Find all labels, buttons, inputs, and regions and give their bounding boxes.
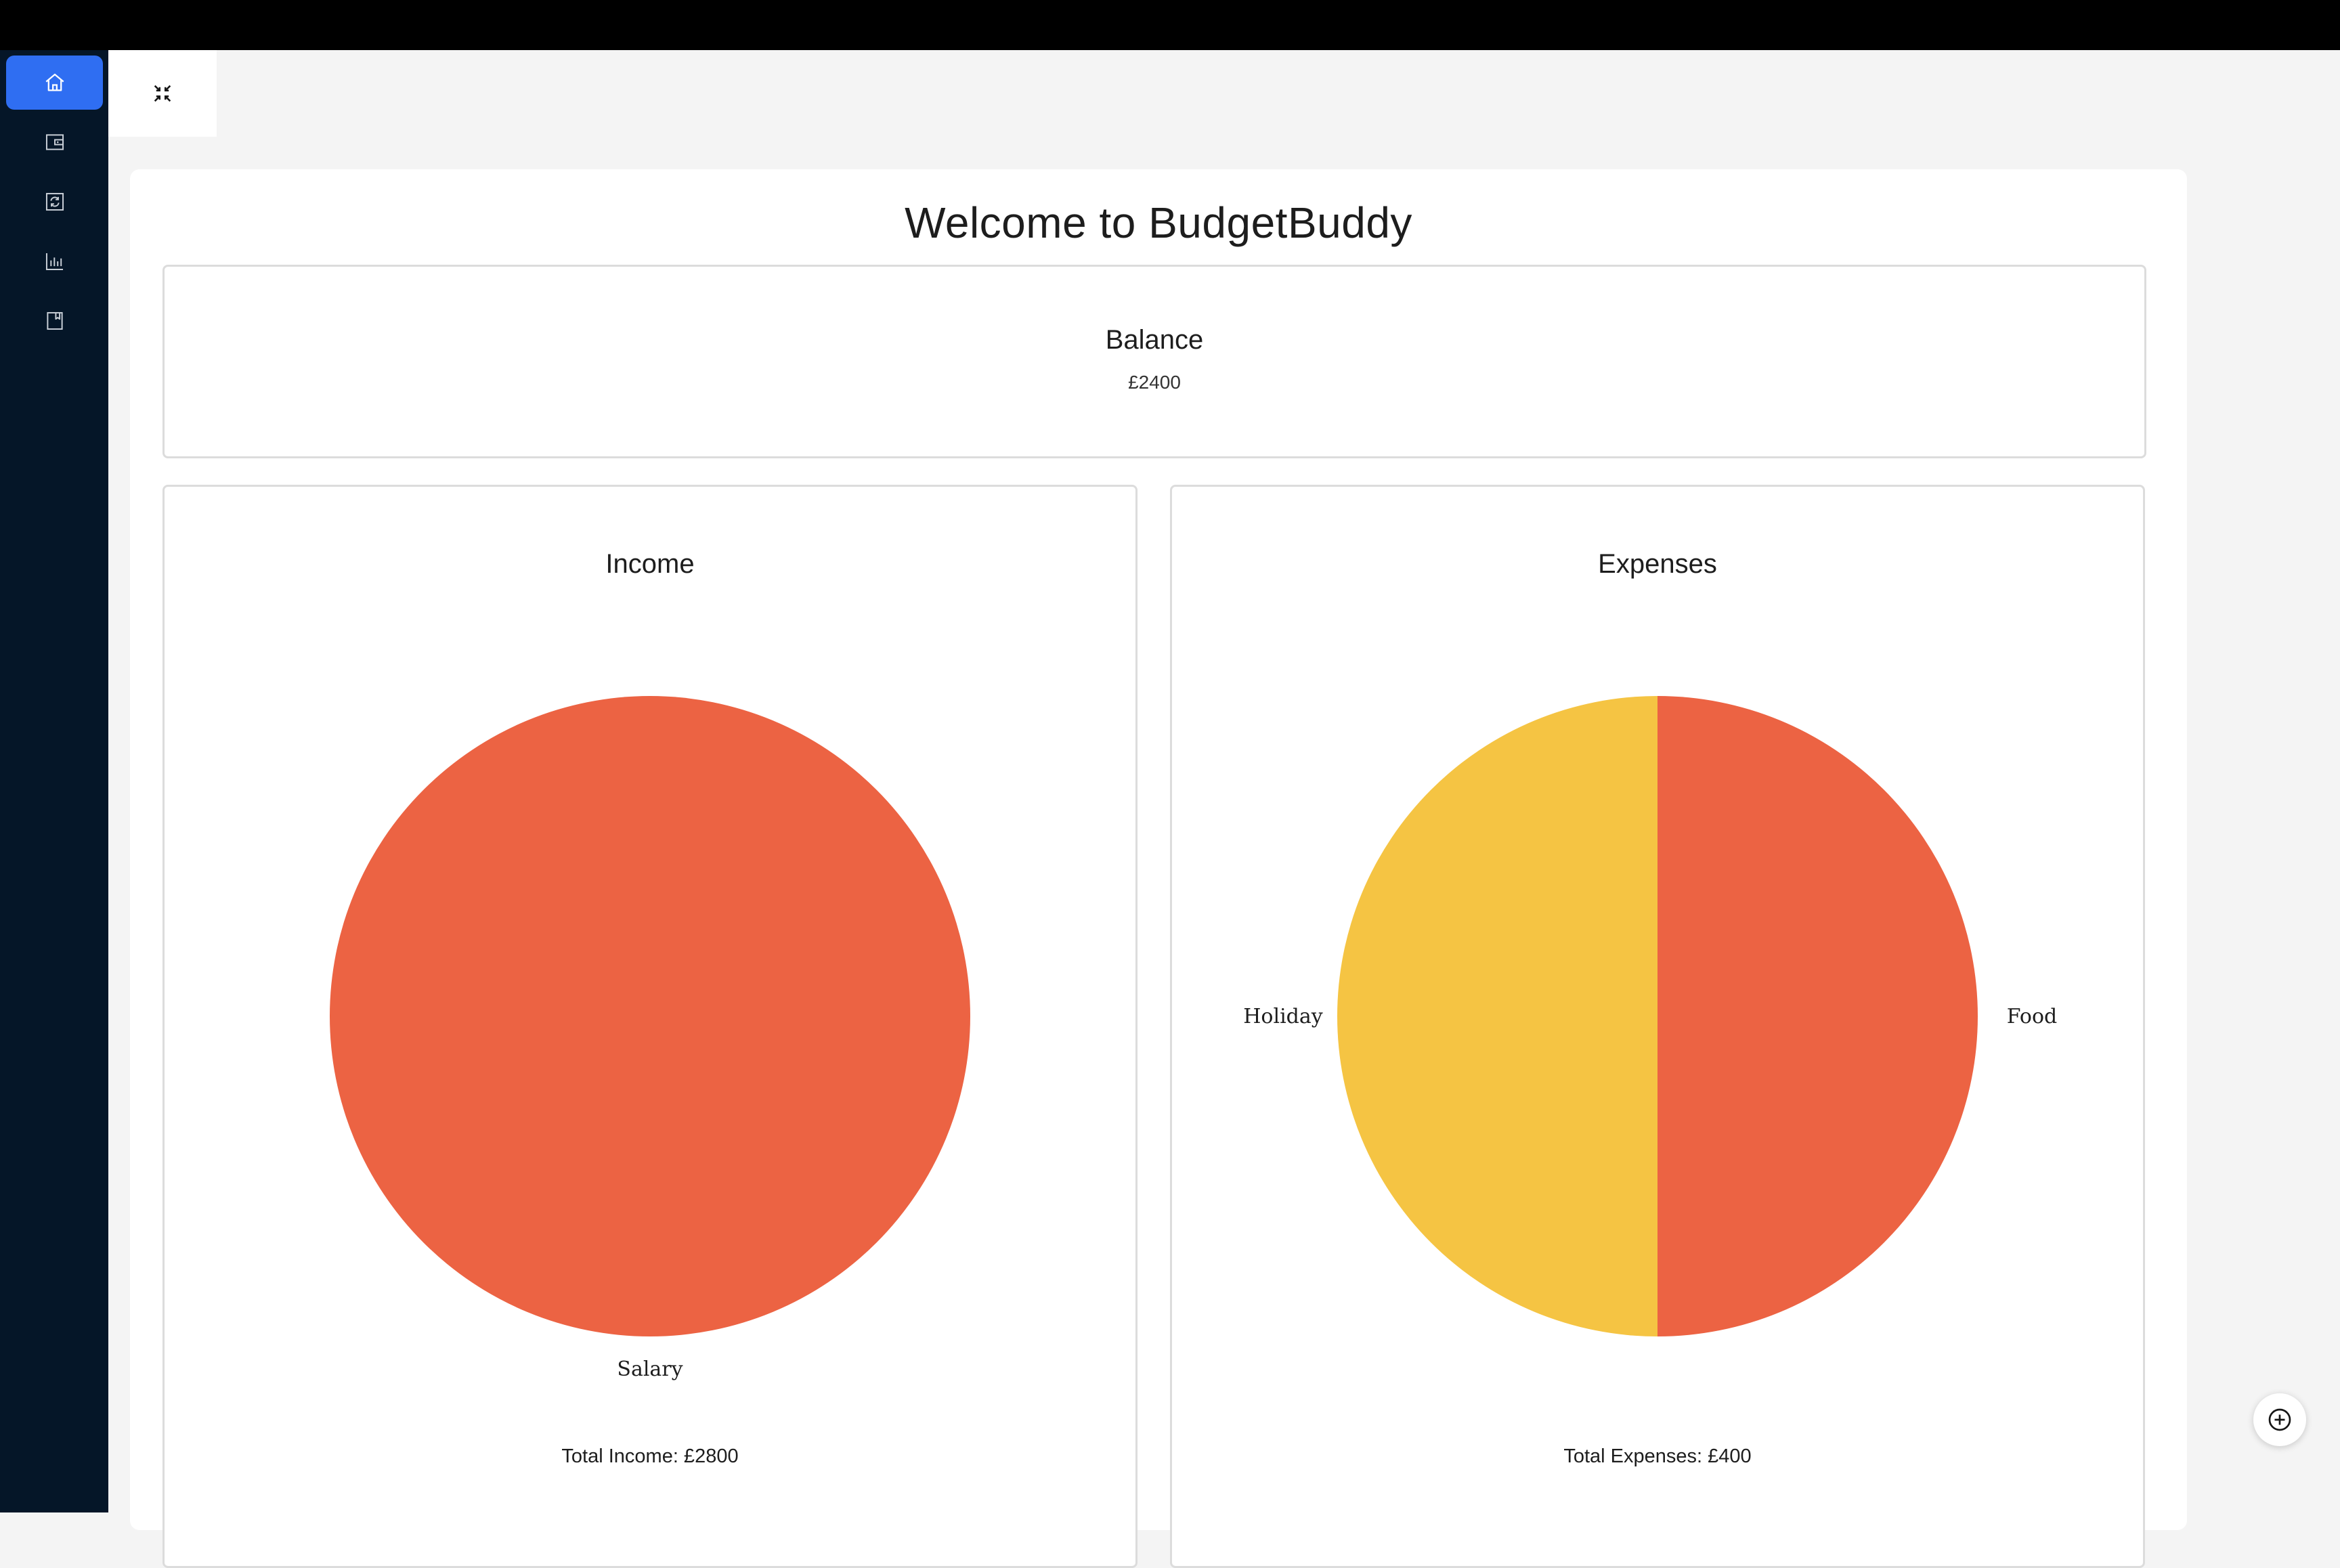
pie-label-food: Food <box>2007 1005 2058 1028</box>
pie-slice-holiday <box>1337 696 1658 1336</box>
collapse-icon <box>154 85 171 102</box>
sidebar <box>0 50 108 1512</box>
pie-slice-salary <box>330 696 970 1336</box>
add-circle-icon <box>2268 1408 2291 1431</box>
sidebar-item-bookmarks[interactable] <box>6 294 103 348</box>
pie-slice-food <box>1658 696 1978 1336</box>
sidebar-item-wallet[interactable] <box>6 115 103 169</box>
pie-label-salary: Salary <box>617 1357 682 1381</box>
chart-icon <box>45 253 63 271</box>
add-transaction-button[interactable] <box>2253 1393 2306 1446</box>
sidebar-item-transactions[interactable] <box>6 175 103 229</box>
expenses-card: Expenses Food Holiday Total Expenses: £40… <box>1170 485 2145 1568</box>
sidebar-item-reports[interactable] <box>6 234 103 288</box>
expenses-total: Total Expenses: £400 <box>1563 1445 1752 1467</box>
top-bar <box>0 0 2340 50</box>
pie-label-holiday: Holiday <box>1243 1005 1323 1028</box>
balance-label: Balance <box>1105 325 1204 355</box>
page-title: Welcome to BudgetBuddy <box>905 198 1412 247</box>
income-card: Income Salary Total Income: £2800 <box>162 485 1138 1568</box>
income-total: Total Income: £2800 <box>561 1445 739 1467</box>
income-pie-chart: Salary <box>330 696 970 1381</box>
transactions-icon <box>45 192 64 211</box>
expenses-pie-chart: Food Holiday <box>1243 696 2058 1336</box>
sidebar-item-home[interactable] <box>6 56 103 110</box>
bookmark-icon <box>46 311 63 330</box>
home-icon <box>45 73 64 91</box>
balance-card: Balance £2400 <box>162 265 2146 458</box>
balance-value: £2400 <box>1128 372 1181 393</box>
collapse-toggle-button[interactable] <box>108 50 217 137</box>
wallet-icon <box>45 134 64 150</box>
